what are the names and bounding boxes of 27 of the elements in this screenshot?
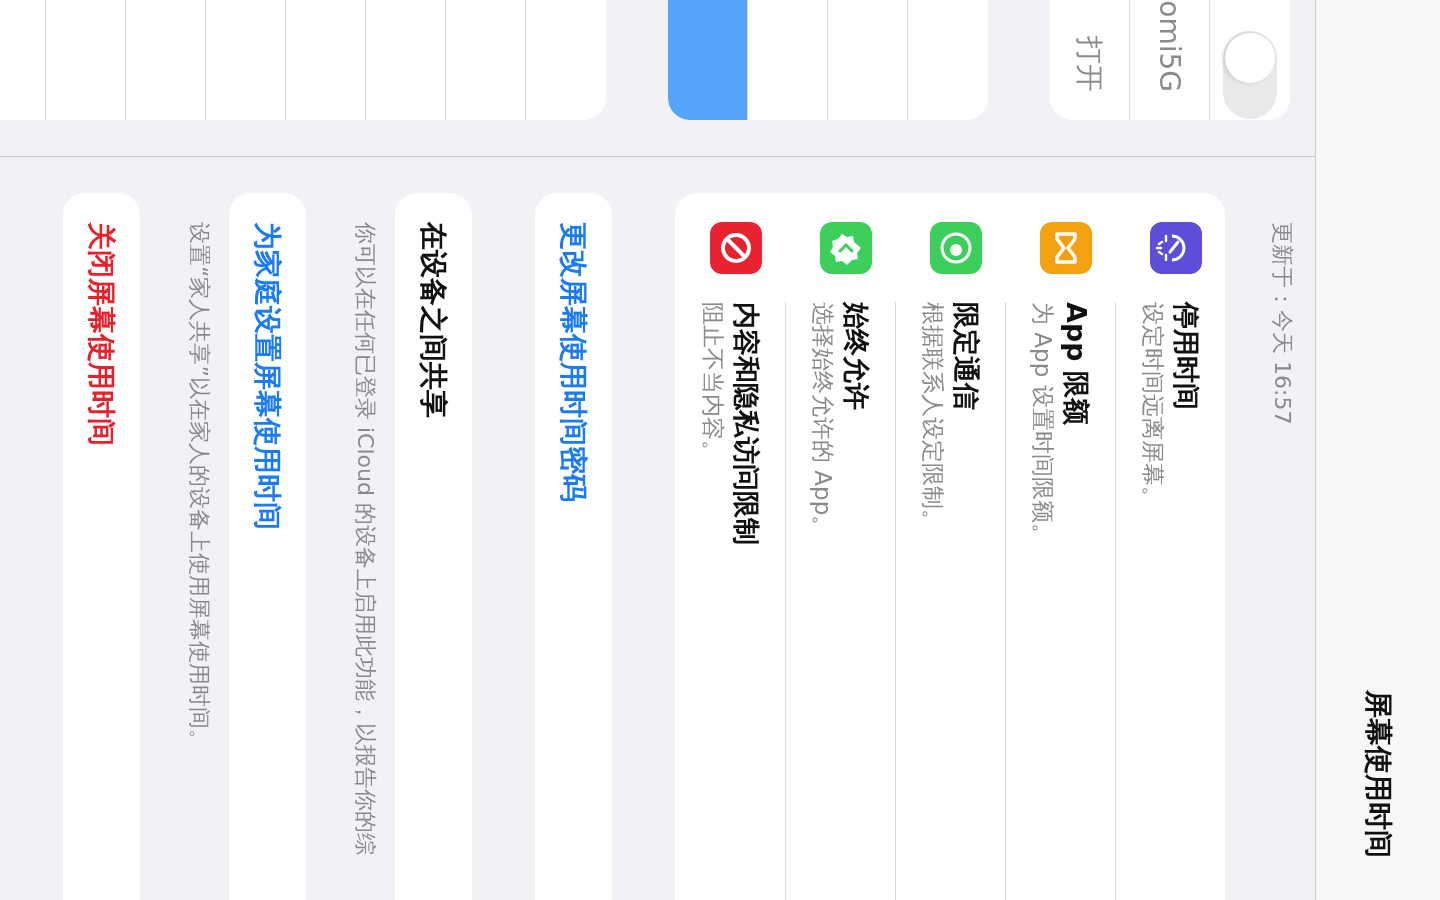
- row-subtitle: 选择始终允许的 App。: [809, 302, 838, 541]
- footer-note: 设置“家人共享”以在家人的设备上使用屏幕使用时间。: [186, 222, 212, 753]
- settings-row[interactable]: App 限额 为 App 设置时间限额。: [1005, 193, 1115, 900]
- updated-label: 更新于：今天 16:57: [1269, 222, 1295, 427]
- settings-row[interactable]: 在设备之间共享: [414, 222, 453, 418]
- toggle-switch[interactable]: [1223, 31, 1277, 119]
- settings-row[interactable]: 停用时间 设定时间远离屏幕。: [1115, 193, 1225, 900]
- row-subtitle: 根据联系人设定限制。: [919, 302, 948, 534]
- row-title: 内容和隐私访问限制: [730, 302, 763, 547]
- settings-row[interactable]: 限定通信 根据联系人设定限制。: [895, 193, 1005, 900]
- list-value: 打开: [1072, 36, 1108, 92]
- settings-row[interactable]: 始终允许 选择始终允许的 App。: [785, 193, 895, 900]
- row-title: App 限额: [1060, 302, 1094, 427]
- row-title: 停用时间: [1170, 302, 1204, 412]
- link-button[interactable]: 为家庭设置屏幕使用时间: [248, 222, 287, 530]
- settings-row[interactable]: 内容和隐私访问限制 阻止不当内容。: [675, 193, 785, 900]
- selected-row[interactable]: [668, 0, 748, 120]
- list-value: omi5G: [1153, 0, 1186, 92]
- footer-note: 你可以在任何已登录 iCloud 的设备上启用此功能，以报告你的综: [352, 222, 378, 857]
- row-subtitle: 阻止不当内容。: [699, 302, 727, 465]
- row-subtitle: 为 App 设置时间限额。: [1029, 302, 1058, 548]
- destructive-button[interactable]: 关闭屏幕使用时间: [82, 222, 121, 446]
- link-button[interactable]: 更改屏幕使用时间密码: [554, 222, 593, 502]
- row-title: 限定通信: [950, 302, 984, 412]
- row-title: 始终允许: [840, 302, 874, 412]
- row-subtitle: 设定时间远离屏幕。: [1139, 302, 1168, 511]
- page-title: 屏幕使用时间: [1361, 690, 1396, 858]
